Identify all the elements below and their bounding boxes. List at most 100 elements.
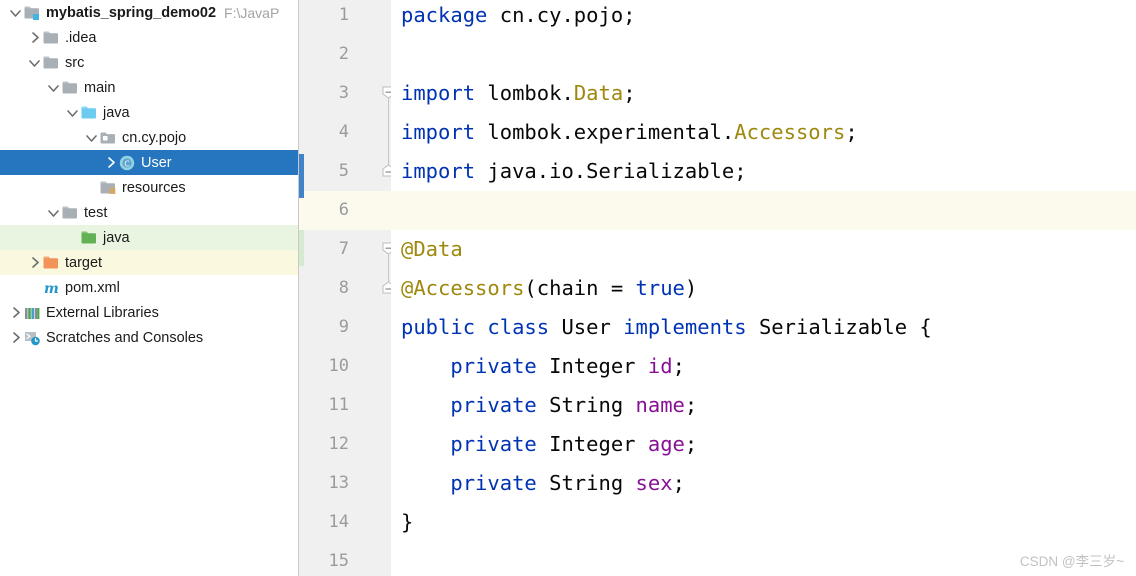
- vcs-added-stripe[interactable]: [299, 230, 304, 266]
- code-token: Integer: [536, 354, 648, 378]
- code-token: Accessors: [734, 120, 846, 144]
- tree-row-main[interactable]: main: [0, 75, 298, 100]
- fold-guide-line: [388, 92, 389, 172]
- code-token: import: [401, 159, 476, 183]
- module-folder-icon: [23, 0, 43, 25]
- line-number[interactable]: 5: [309, 152, 349, 191]
- test-source-root-folder-icon: [80, 225, 100, 250]
- tree-row-cn-cy-pojo[interactable]: cn.cy.pojo: [0, 125, 298, 150]
- project-tree-panel[interactable]: mybatis_spring_demo02 F:\JavaP .idea src mai…: [0, 0, 299, 576]
- code-line[interactable]: import lombok.Data;: [401, 74, 636, 113]
- tree-row-label: User: [141, 154, 172, 171]
- code-token: ;: [684, 432, 698, 456]
- code-token: private: [450, 471, 537, 495]
- code-token: sex: [635, 471, 673, 495]
- line-number[interactable]: 4: [309, 113, 349, 152]
- code-editor[interactable]: 1 2 3 4 5 6 7 8 9 10 11 12 13 14 15 package cn.cy.pojo…: [299, 0, 1136, 576]
- code-token: ;: [672, 354, 685, 378]
- code-token: }: [401, 510, 414, 534]
- editor-gutter[interactable]: 1 2 3 4 5 6 7 8 9 10 11 12 13 14 15: [299, 0, 395, 576]
- code-token: id: [647, 354, 673, 378]
- ide-window: mybatis_spring_demo02 F:\JavaP .idea src mai…: [0, 0, 1136, 576]
- tree-row-pom-xml[interactable]: m pom.xml: [0, 275, 298, 300]
- line-number[interactable]: 13: [309, 464, 349, 503]
- editor-code-area[interactable]: package cn.cy.pojo; import lombok.Data; im…: [391, 0, 1136, 576]
- code-line[interactable]: @Accessors(chain = true): [401, 269, 697, 308]
- line-number[interactable]: 3: [309, 74, 349, 113]
- code-token: ;: [845, 120, 858, 144]
- tree-row-java[interactable]: java: [0, 225, 298, 250]
- line-number[interactable]: 14: [309, 503, 349, 542]
- tree-row-external-libraries[interactable]: External Libraries: [0, 300, 298, 325]
- code-line[interactable]: private Integer age;: [401, 425, 697, 464]
- chevron-down-icon[interactable]: [46, 75, 61, 100]
- line-number[interactable]: 8: [309, 269, 349, 308]
- chevron-right-icon[interactable]: [8, 300, 23, 325]
- line-number[interactable]: 9: [309, 308, 349, 347]
- code-token: ;: [684, 393, 698, 417]
- code-line[interactable]: private Integer id;: [401, 347, 685, 386]
- vcs-modified-stripe[interactable]: [299, 154, 304, 198]
- code-line[interactable]: public class User implements Serializabl…: [401, 308, 932, 347]
- tree-row-scratches-and-consoles[interactable]: Scratches and Consoles: [0, 325, 298, 350]
- project-path-label: F:\JavaP: [224, 4, 280, 21]
- code-token: private: [450, 393, 537, 417]
- code-line[interactable]: import lombok.experimental.Accessors;: [401, 113, 858, 152]
- tree-row-label: .idea: [65, 29, 97, 46]
- line-number[interactable]: 12: [309, 425, 349, 464]
- line-number[interactable]: 6: [309, 191, 349, 230]
- tree-row-label: mybatis_spring_demo02: [46, 4, 217, 21]
- code-token: import: [401, 120, 476, 144]
- code-token: @Data: [401, 237, 463, 261]
- chevron-right-icon[interactable]: [27, 250, 42, 275]
- line-number[interactable]: 7: [309, 230, 349, 269]
- chevron-down-icon[interactable]: [46, 200, 61, 225]
- chevron-down-icon[interactable]: [84, 125, 99, 150]
- package-icon: [99, 125, 119, 150]
- code-line[interactable]: }: [401, 503, 413, 542]
- tree-row-target[interactable]: target: [0, 250, 298, 275]
- tree-row-java[interactable]: java: [0, 100, 298, 125]
- chevron-right-icon[interactable]: [27, 25, 42, 50]
- tree-row-test[interactable]: test: [0, 200, 298, 225]
- code-line[interactable]: private String name;: [401, 386, 697, 425]
- code-line[interactable]: import java.io.Serializable;: [401, 152, 747, 191]
- line-number[interactable]: 2: [309, 35, 349, 74]
- code-token: Serializable {: [746, 315, 932, 339]
- svg-text:C: C: [124, 159, 129, 168]
- line-number[interactable]: 11: [309, 386, 349, 425]
- code-token: public: [401, 315, 476, 339]
- tree-row-user[interactable]: C User: [0, 150, 298, 175]
- line-number[interactable]: 1: [309, 0, 349, 35]
- line-number[interactable]: 10: [309, 347, 349, 386]
- tree-row-resources[interactable]: resources: [0, 175, 298, 200]
- code-line[interactable]: private String sex;: [401, 464, 685, 503]
- chevron-down-icon[interactable]: [27, 50, 42, 75]
- tree-row--idea[interactable]: .idea: [0, 25, 298, 50]
- tree-row-label: main: [84, 79, 116, 96]
- line-number[interactable]: 15: [309, 542, 349, 576]
- code-token: true: [635, 276, 685, 300]
- excluded-folder-icon: [42, 250, 62, 275]
- chevron-down-icon[interactable]: [8, 0, 23, 25]
- code-token: private: [450, 354, 537, 378]
- scratches-icon: [23, 325, 43, 350]
- tree-row-mybatis-spring-demo02[interactable]: mybatis_spring_demo02 F:\JavaP: [0, 0, 298, 25]
- code-token: class: [487, 315, 550, 339]
- code-token: lombok.: [475, 81, 574, 105]
- code-line[interactable]: @Data: [401, 230, 463, 269]
- chevron-right-icon[interactable]: [8, 325, 23, 350]
- tree-row-src[interactable]: src: [0, 50, 298, 75]
- code-token: private: [450, 432, 537, 456]
- code-token: String: [536, 471, 636, 495]
- code-line[interactable]: package cn.cy.pojo;: [401, 0, 636, 35]
- chevron-right-icon[interactable]: [103, 150, 118, 175]
- tree-row-label: test: [84, 204, 108, 221]
- java-class-icon: C: [118, 150, 138, 175]
- chevron-down-icon[interactable]: [65, 100, 80, 125]
- tree-row-label: cn.cy.pojo: [122, 129, 187, 146]
- code-token: ): [684, 276, 698, 300]
- library-icon: [23, 300, 43, 325]
